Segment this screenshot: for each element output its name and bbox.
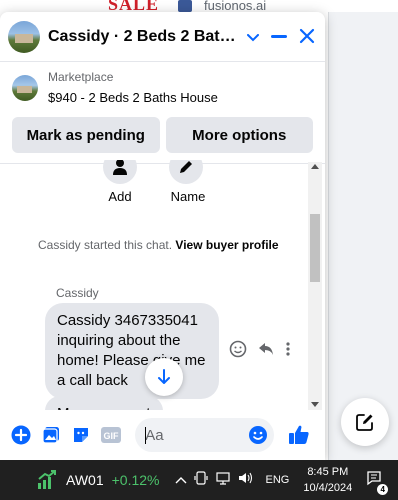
device-icon[interactable] [194,470,209,490]
message-thread: Add Name Cassidy started this chat. View… [0,160,325,410]
thumbs-up-icon[interactable] [288,424,310,446]
stock-change: +0.12% [111,472,160,488]
scroll-up-arrow-icon[interactable] [311,164,319,169]
notification-badge: 4 [377,483,389,495]
system-message-text: Cassidy started this chat. [38,238,173,252]
message-bubble[interactable]: Cassidy 3467335041 inquiring about the h… [45,303,219,399]
gif-icon[interactable]: GIF [100,424,122,446]
chart-up-icon [38,470,56,489]
plus-icon[interactable] [10,424,31,446]
name-action-label: Name [170,189,206,204]
message-tools [229,340,291,363]
scroll-down-arrow-icon[interactable] [311,402,319,407]
clock-time: 8:45 PM [307,466,349,478]
compose-icon [356,414,373,431]
name-action[interactable]: Name [169,160,205,204]
new-message-button[interactable] [341,398,389,446]
notification-center[interactable]: 4 [366,470,389,495]
message-input-wrapper [135,418,274,452]
thread-scrollbar[interactable] [308,162,322,410]
clock[interactable]: 8:45 PM 10/4/2024 [303,464,352,496]
react-emoji-icon[interactable] [229,340,247,363]
language-indicator[interactable]: ENG [265,474,289,486]
message-composer: GIF [0,410,325,460]
notification-icon [367,470,381,485]
close-button[interactable] [297,26,317,48]
add-action-label: Add [108,189,132,204]
minimize-button[interactable] [271,35,288,38]
stock-ticker: AW01 [66,472,104,488]
mark-as-pending-button[interactable]: Mark as pending [12,117,160,153]
system-message: Cassidy started this chat. View buyer pr… [38,238,279,252]
message-input[interactable] [145,426,246,444]
volume-icon[interactable] [238,471,254,490]
listing-label: Marketplace [48,70,114,84]
emoji-icon[interactable] [248,425,268,450]
sticker-icon[interactable] [70,424,91,446]
sender-name: Cassidy [56,286,99,300]
view-buyer-profile-link[interactable]: View buyer profile [175,238,278,252]
chat-avatar[interactable] [8,20,40,53]
more-dots-icon[interactable] [285,341,291,362]
more-options-button[interactable]: More options [165,117,313,153]
scroll-to-bottom-button[interactable] [145,358,183,396]
close-icon [300,28,315,43]
stock-widget[interactable]: AW01 +0.12% [36,469,159,491]
listing-card: Marketplace $940 - 2 Beds 2 Baths House … [0,62,325,164]
windows-taskbar: AW01 +0.12% ENG 8:45 PM 10/4/2024 4 [0,460,398,500]
add-person-icon [103,160,137,184]
chat-header: Cassidy · 2 Beds 2 Baths House [0,12,325,62]
listing-info[interactable]: Marketplace $940 - 2 Beds 2 Baths House [12,70,313,105]
arrow-down-icon [158,369,170,384]
chevron-up-icon[interactable] [175,471,187,489]
listing-thumbnail [12,74,38,101]
add-people-action[interactable]: Add [103,160,137,204]
reply-icon[interactable] [257,341,275,362]
system-tray: ENG [175,470,289,490]
scrollbar-thumb[interactable] [310,214,320,282]
chevron-down-icon[interactable] [246,29,260,45]
network-icon[interactable] [215,471,231,490]
background-right-panel [328,12,398,460]
pencil-icon [169,160,203,184]
clock-date: 10/4/2024 [303,482,353,494]
listing-title: $940 - 2 Beds 2 Baths House [48,90,218,105]
chat-window: Cassidy · 2 Beds 2 Baths House Marketpla… [0,12,325,460]
chat-title[interactable]: Cassidy · 2 Beds 2 Baths House [48,28,236,46]
photo-icon[interactable] [40,424,61,446]
site-favicon-icon [178,0,192,12]
svg-text:GIF: GIF [104,431,120,441]
message-bubble-partial[interactable]: Message sent [45,396,163,410]
